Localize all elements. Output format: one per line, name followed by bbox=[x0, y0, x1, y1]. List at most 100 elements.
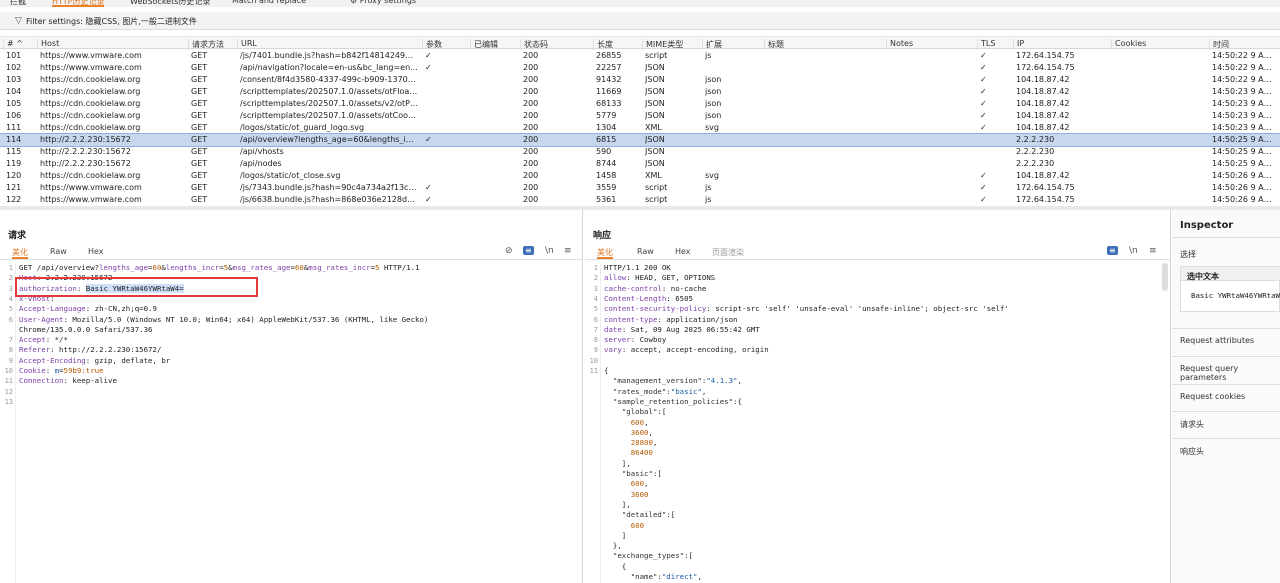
code-line: "rates_mode":"basic", bbox=[612, 386, 707, 396]
response-tab-hex[interactable]: Hex bbox=[675, 247, 691, 256]
table-cell: 14:50:25 9 Aug ... bbox=[1212, 135, 1276, 144]
response-tabs: 美化 Raw Hex 页面渲染 ≡ \n ≡ bbox=[585, 246, 1170, 260]
inspector-section[interactable]: 请求头 bbox=[1180, 419, 1204, 430]
table-cell: /scripttemplates/202507.1.0/assets/otCoo… bbox=[240, 111, 418, 120]
table-cell: 172.64.154.75 bbox=[1016, 63, 1075, 72]
table-row[interactable]: 119 http://2.2.2.230:15672 GET/api/nodes 20… bbox=[0, 158, 1280, 170]
line-number: 11 bbox=[4, 377, 13, 386]
column-header-11[interactable]: Notes bbox=[886, 39, 974, 50]
table-row[interactable]: 102 https://www.vmware.com GET/api/navigat… bbox=[0, 62, 1280, 74]
response-tab-raw[interactable]: Raw bbox=[637, 247, 654, 256]
table-cell: GET bbox=[191, 183, 208, 192]
line-number: 3 bbox=[593, 284, 598, 293]
code-line: ], bbox=[604, 458, 631, 468]
wrap-icon[interactable]: ≡ bbox=[1107, 246, 1118, 256]
code-line: Chrome/135.0.0.0 Safari/537.36 bbox=[19, 324, 153, 334]
filter-bar[interactable]: ▽ Filter settings: 隐藏CSS, 图片,一般二进制文件 bbox=[0, 12, 1280, 30]
eye-slash-icon[interactable]: ⊘ bbox=[505, 246, 513, 256]
table-cell: 14:50:22 9 Aug ... bbox=[1212, 75, 1276, 84]
column-header-1[interactable]: Host bbox=[37, 39, 185, 50]
response-tab-pretty[interactable]: 美化 bbox=[597, 247, 613, 259]
request-tab-hex[interactable]: Hex bbox=[88, 247, 104, 256]
code-line: 600, bbox=[630, 479, 649, 489]
table-cell: ✓ bbox=[425, 63, 432, 72]
tab-3[interactable]: Match and replace bbox=[232, 0, 306, 7]
tab-1[interactable]: HTTP历史记录 bbox=[52, 0, 105, 7]
line-number: 13 bbox=[4, 397, 13, 406]
line-number: 1 bbox=[8, 264, 13, 272]
table-cell: 14:50:23 9 Aug ... bbox=[1212, 123, 1276, 132]
table-cell: /scripttemplates/202507.1.0/assets/v2/ot… bbox=[240, 99, 418, 108]
table-cell: 3559 bbox=[596, 183, 617, 192]
table-cell: script bbox=[645, 195, 668, 204]
table-row[interactable]: 105 https://cdn.cookielaw.org GET/scriptte… bbox=[0, 98, 1280, 110]
code-line: 600 bbox=[630, 520, 645, 530]
table-row[interactable]: 114 http://2.2.2.230:15672 GET/api/overvie… bbox=[0, 133, 1280, 147]
inspector-section[interactable]: Request attributes bbox=[1180, 336, 1254, 345]
table-cell: GET bbox=[191, 147, 208, 156]
column-header-3[interactable]: URL bbox=[237, 39, 419, 50]
menu-icon[interactable]: ≡ bbox=[564, 246, 572, 256]
inspector-section[interactable]: Request query parameters bbox=[1180, 364, 1280, 382]
newline-toggle[interactable]: \n bbox=[1129, 246, 1138, 256]
table-cell: 11669 bbox=[596, 87, 622, 96]
table-row[interactable]: 101 https://www.vmware.com GET/js/7401.bun… bbox=[0, 50, 1280, 62]
code-line: Referer: http://2.2.2.230:15672/ bbox=[19, 345, 162, 355]
table-cell: /scripttemplates/202507.1.0/assets/otFlo… bbox=[240, 87, 418, 96]
table-row[interactable]: 115 http://2.2.2.230:15672 GET/api/vhosts 2… bbox=[0, 146, 1280, 158]
inspector-section[interactable]: 响应头 bbox=[1180, 446, 1204, 457]
table-cell: /api/nodes bbox=[240, 159, 282, 168]
table-row[interactable]: 104 https://cdn.cookielaw.org GET/scriptte… bbox=[0, 86, 1280, 98]
response-scrollbar[interactable] bbox=[1162, 263, 1168, 291]
table-cell: json bbox=[705, 99, 722, 108]
tab-4[interactable]: ⚙ Proxy settings bbox=[350, 0, 416, 7]
column-header-8[interactable]: MIME类型 bbox=[642, 39, 700, 50]
table-cell: 172.64.154.75 bbox=[1016, 51, 1075, 60]
column-header-13[interactable]: IP bbox=[1013, 39, 1109, 50]
table-cell: js bbox=[705, 195, 712, 204]
request-tab-pretty[interactable]: 美化 bbox=[12, 247, 28, 259]
column-header-12[interactable]: TLS bbox=[977, 39, 1011, 50]
table-cell: GET bbox=[191, 87, 208, 96]
table-row[interactable]: 120 https://cdn.cookielaw.org GET/logos/st… bbox=[0, 170, 1280, 182]
tab-0[interactable]: 拦截 bbox=[10, 0, 26, 7]
column-header-5[interactable]: 已编辑 bbox=[470, 39, 518, 50]
table-row[interactable]: 106 https://cdn.cookielaw.org GET/scriptte… bbox=[0, 110, 1280, 122]
table-row[interactable]: 122 https://www.vmware.com GET/js/6638.bun… bbox=[0, 194, 1280, 206]
menu-icon[interactable]: ≡ bbox=[1149, 246, 1157, 256]
column-header-14[interactable]: Cookies bbox=[1111, 39, 1207, 50]
wrap-icon[interactable]: ≡ bbox=[523, 246, 534, 256]
column-header-4[interactable]: 参数 bbox=[422, 39, 468, 50]
table-row[interactable]: 111 https://cdn.cookielaw.org GET/logos/st… bbox=[0, 122, 1280, 134]
inspector-select-label: 选择 bbox=[1180, 250, 1196, 259]
table-cell: ✓ bbox=[980, 183, 987, 192]
column-header-6[interactable]: 状态码 bbox=[520, 39, 590, 50]
table-cell: 200 bbox=[523, 159, 539, 168]
table-cell: 1304 bbox=[596, 123, 617, 132]
column-header-0[interactable]: # ^ bbox=[3, 39, 33, 50]
table-row[interactable]: 121 https://www.vmware.com GET/js/7343.bun… bbox=[0, 182, 1280, 194]
code-line: "management_version":"4.1.3", bbox=[612, 376, 742, 386]
code-line: allow: HEAD, GET, OPTIONS bbox=[604, 273, 716, 283]
column-header-15[interactable]: 时间 bbox=[1209, 39, 1277, 50]
table-cell: https://www.vmware.com bbox=[40, 183, 142, 192]
tab-2[interactable]: WebSockets历史记录 bbox=[130, 0, 210, 7]
table-row[interactable]: 103 https://cdn.cookielaw.org GET/consent/… bbox=[0, 74, 1280, 86]
inspector-section[interactable]: Request cookies bbox=[1180, 392, 1245, 401]
request-tab-raw[interactable]: Raw bbox=[50, 247, 67, 256]
column-header-2[interactable]: 请求方法 bbox=[188, 39, 234, 50]
column-header-9[interactable]: 扩展 bbox=[702, 39, 762, 50]
code-line: Accept: */* bbox=[19, 335, 68, 345]
table-cell: /api/navigation?locale=en-us&bc_lang=en.… bbox=[240, 63, 418, 72]
table-cell: 172.64.154.75 bbox=[1016, 183, 1075, 192]
line-number: 9 bbox=[8, 356, 13, 365]
response-tab-render[interactable]: 页面渲染 bbox=[712, 247, 744, 258]
column-header-10[interactable]: 标题 bbox=[764, 39, 884, 50]
column-header-7[interactable]: 长度 bbox=[593, 39, 639, 50]
line-number: 8 bbox=[593, 336, 598, 345]
code-line: cache-control: no-cache bbox=[604, 283, 707, 293]
table-cell: https://www.vmware.com bbox=[40, 63, 142, 72]
code-line: User-Agent: Mozilla/5.0 (Windows NT 10.0… bbox=[19, 314, 429, 324]
newline-toggle[interactable]: \n bbox=[545, 246, 554, 256]
table-cell: /api/overview?lengths_age=60&lengths_inc… bbox=[240, 135, 418, 144]
